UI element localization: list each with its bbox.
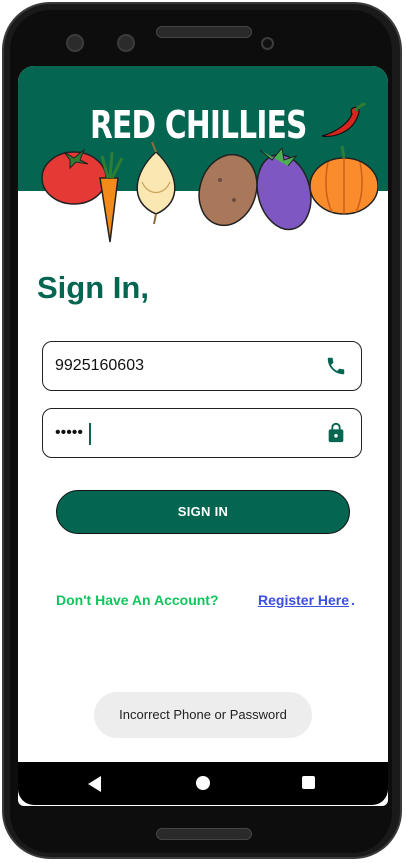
password-input[interactable] <box>55 409 305 456</box>
back-icon[interactable] <box>88 776 101 792</box>
front-camera <box>66 34 84 52</box>
password-field[interactable] <box>42 408 362 458</box>
home-icon[interactable] <box>196 776 210 790</box>
phone-frame: RED CHILLIES Sign In, 9925160603 ••••• S… <box>0 0 406 863</box>
error-toast: Incorrect Phone or Password <box>94 692 312 738</box>
front-sensor <box>117 34 135 52</box>
proximity-sensor <box>261 37 274 50</box>
bottom-speaker <box>156 828 252 840</box>
recent-apps-icon[interactable] <box>302 776 315 789</box>
lock-icon <box>328 422 344 443</box>
page-title: Sign In, <box>37 270 149 305</box>
app-screen: RED CHILLIES Sign In, 9925160603 ••••• S… <box>18 66 388 806</box>
no-account-prompt: Don't Have An Account? <box>56 592 219 608</box>
sign-in-button[interactable]: SIGN IN <box>56 490 350 534</box>
phone-field[interactable] <box>42 341 362 391</box>
phone-icon <box>327 357 345 375</box>
phone-input[interactable] <box>55 342 305 389</box>
register-link[interactable]: Register Here <box>258 592 349 608</box>
brand-title: RED CHILLIES <box>90 103 307 147</box>
system-nav-bar <box>18 762 388 805</box>
register-period: . <box>351 592 355 608</box>
text-cursor <box>89 423 91 445</box>
chili-pepper-icon <box>321 102 366 137</box>
vegetables-illustration <box>41 142 378 243</box>
earpiece-speaker <box>156 26 252 38</box>
